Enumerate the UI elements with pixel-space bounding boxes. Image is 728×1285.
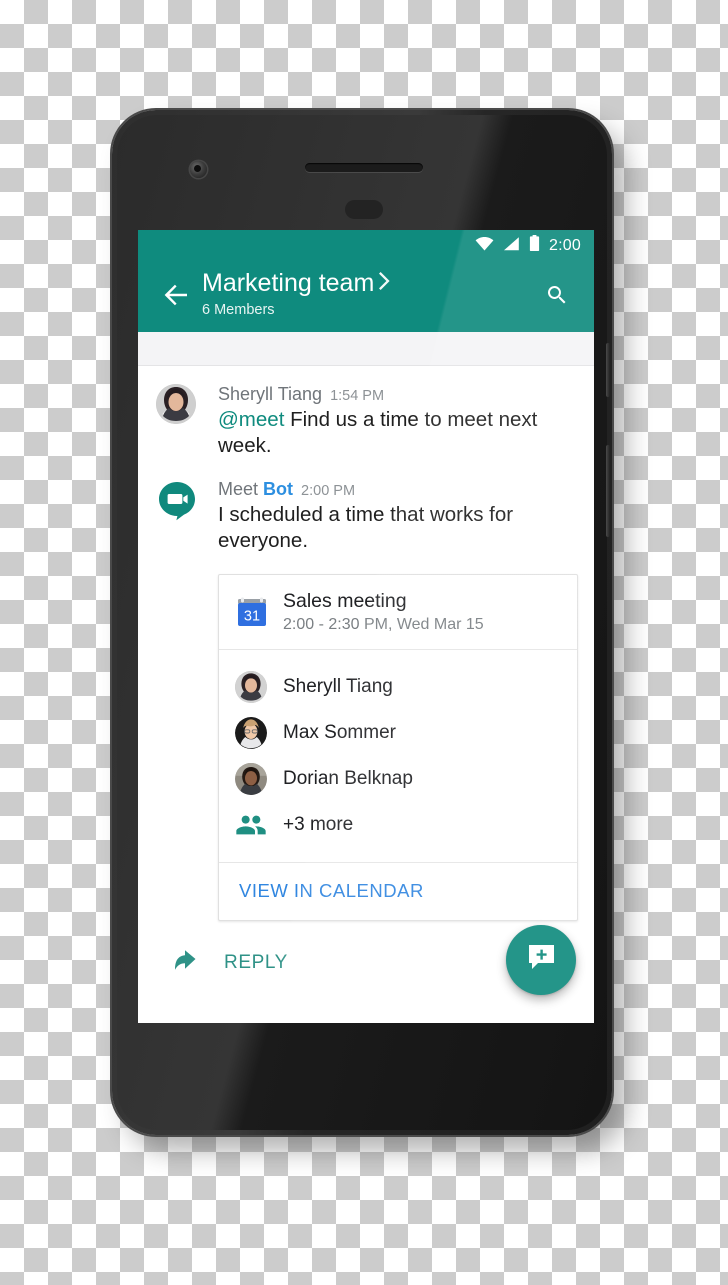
list-item[interactable]: Dorian Belknap xyxy=(235,756,561,802)
status-bar-clock: 2:00 xyxy=(549,237,581,254)
phone-bezel: 2:00 Marketing team 6 Members Sheryll Ti… xyxy=(117,115,610,1130)
view-in-calendar-button[interactable]: VIEW IN CALENDAR xyxy=(219,863,577,920)
list-item-overflow[interactable]: +3 more xyxy=(235,802,561,848)
back-button[interactable] xyxy=(152,274,198,320)
members-count: 6 Members xyxy=(202,302,275,318)
transparent-canvas: 2:00 Marketing team 6 Members Sheryll Ti… xyxy=(0,0,728,1285)
avatar[interactable] xyxy=(156,384,196,424)
wifi-icon xyxy=(475,236,494,256)
earpiece-speaker-grille xyxy=(305,163,423,172)
reply-arrow-icon[interactable] xyxy=(174,947,204,978)
message-item: Meet Bot 2:00 PM I scheduled a time that… xyxy=(138,479,594,554)
attendee-list: Sheryll Tiang Max Sommer Dorian Belknap … xyxy=(219,650,577,862)
avatar xyxy=(235,717,267,749)
message-avatar-gutter xyxy=(156,479,218,554)
attendee-name: Max Sommer xyxy=(283,722,396,743)
message-timestamp: 2:00 PM xyxy=(301,483,356,499)
cell-signal-icon xyxy=(503,236,520,256)
new-chat-fab[interactable] xyxy=(506,925,576,995)
mention-chip[interactable]: @meet xyxy=(218,408,284,431)
search-button[interactable] xyxy=(534,274,580,320)
list-item[interactable]: Sheryll Tiang xyxy=(235,664,561,710)
sender-name-prefix: Meet xyxy=(218,479,264,499)
power-button[interactable] xyxy=(606,343,610,397)
page-title: Marketing team xyxy=(202,269,375,297)
event-datetime: 2:00 - 2:30 PM, Wed Mar 15 xyxy=(283,616,484,633)
avatar xyxy=(235,671,267,703)
message-avatar-gutter xyxy=(156,384,218,459)
phone-device-frame: 2:00 Marketing team 6 Members Sheryll Ti… xyxy=(112,110,612,1135)
reply-label: REPLY xyxy=(224,951,288,973)
app-bar: 2:00 Marketing team 6 Members xyxy=(138,230,594,332)
people-group-icon xyxy=(235,809,267,841)
event-title: Sales meeting xyxy=(283,590,407,612)
avatar xyxy=(235,763,267,795)
message-text: @meet Find us a time to meet next week. xyxy=(218,407,578,459)
event-card[interactable]: 31 Sales meeting 2:00 - 2:30 PM, Wed Mar… xyxy=(218,574,578,921)
message-text: I scheduled a time that works for everyo… xyxy=(218,503,514,552)
svg-text:31: 31 xyxy=(244,609,260,625)
search-icon xyxy=(545,283,569,312)
volume-button[interactable] xyxy=(606,445,610,537)
proximity-sensor xyxy=(345,200,383,219)
sender-bot-badge: Bot xyxy=(263,479,294,499)
list-item[interactable]: Max Sommer xyxy=(235,710,561,756)
event-card-header: 31 Sales meeting 2:00 - 2:30 PM, Wed Mar… xyxy=(219,575,577,649)
message-sender: Meet Bot xyxy=(218,479,293,500)
message-sender: Sheryll Tiang xyxy=(218,384,323,404)
status-bar: 2:00 xyxy=(138,230,594,262)
front-camera-icon xyxy=(190,161,207,178)
google-calendar-icon: 31 xyxy=(235,595,269,629)
message-thread: Sheryll Tiang 1:54 PM @meet Find us a ti… xyxy=(138,366,594,1023)
battery-icon xyxy=(529,235,540,257)
chevron-right-icon xyxy=(379,271,390,295)
attendee-name: Dorian Belknap xyxy=(283,768,413,789)
message-item: Sheryll Tiang 1:54 PM @meet Find us a ti… xyxy=(138,384,594,459)
arrow-left-icon xyxy=(163,284,188,311)
meet-bot-icon xyxy=(156,482,198,525)
overflow-label: +3 more xyxy=(283,814,354,835)
chat-title-block[interactable]: Marketing team 6 Members xyxy=(198,268,534,319)
attendee-name: Sheryll Tiang xyxy=(283,676,393,697)
message-timestamp: 1:54 PM xyxy=(330,388,385,404)
previous-message-band[interactable] xyxy=(138,332,594,366)
new-chat-plus-icon xyxy=(525,941,558,979)
phone-screen: 2:00 Marketing team 6 Members Sheryll Ti… xyxy=(138,230,594,1023)
